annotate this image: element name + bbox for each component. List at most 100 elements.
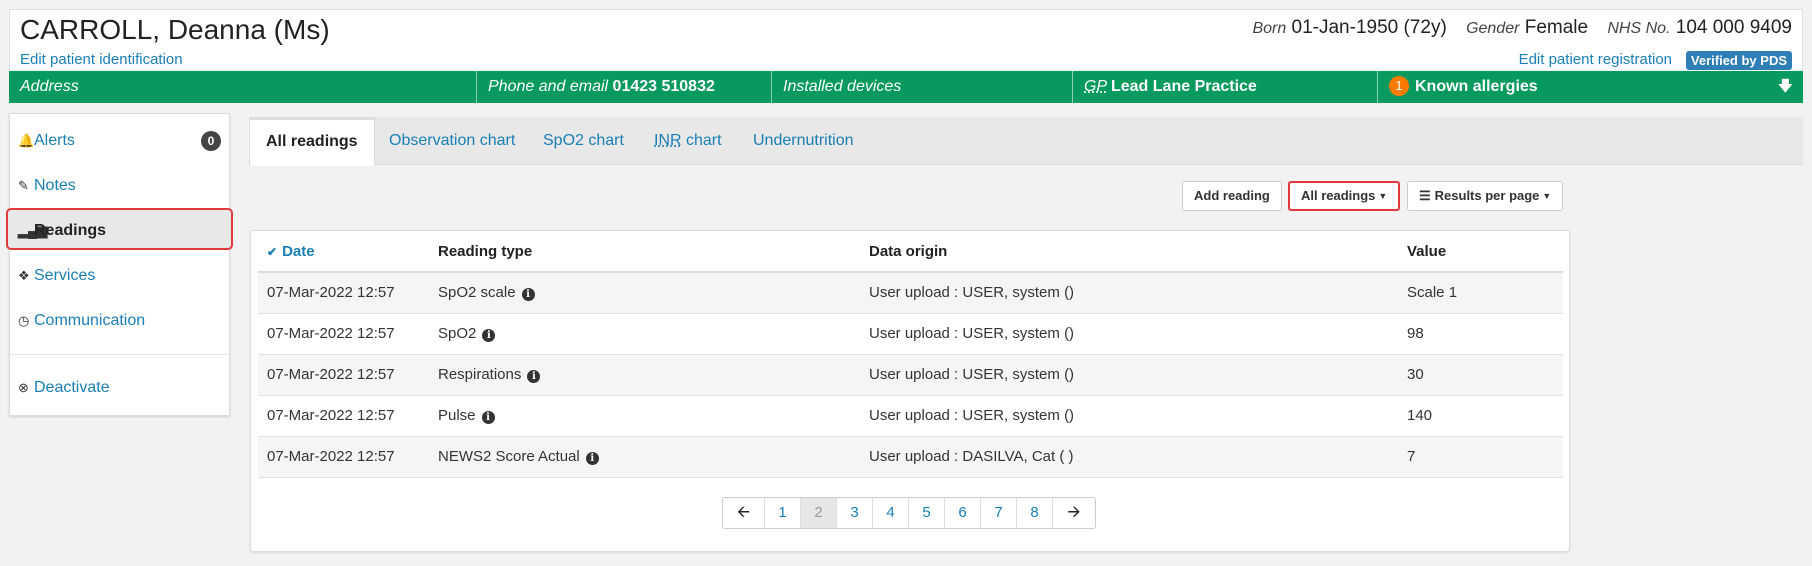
reading-value: 30 <box>1398 354 1563 396</box>
address-label: Address <box>20 78 79 95</box>
tab-observation-chart[interactable]: Observation chart <box>389 117 515 165</box>
results-per-page-dropdown[interactable]: ☰ Results per page ▼ <box>1407 181 1564 211</box>
reading-type-cell: Pulse i <box>429 395 860 437</box>
sidebar-item-label: Notes <box>34 177 76 194</box>
sidebar-item-readings[interactable]: ▂▄▆Readings <box>6 208 233 250</box>
patient-banner: Address Phone and email 01423 510832 Ins… <box>9 71 1803 103</box>
tab-undernutrition[interactable]: Undernutrition <box>753 117 854 165</box>
info-icon[interactable]: i <box>482 329 496 342</box>
column-header-date[interactable]: ✔ Date <box>258 231 429 273</box>
data-origin: User upload : USER, system () <box>860 313 1398 355</box>
reading-value: 98 <box>1398 313 1563 355</box>
patient-header: CARROLL, Deanna (Ms) Edit patient identi… <box>9 9 1803 70</box>
sidebar-item-label: Readings <box>34 222 107 239</box>
sidebar-item-alerts[interactable]: 🔔Alerts 0 <box>10 120 229 162</box>
tab-all-readings[interactable]: All readings <box>249 117 375 166</box>
patient-demographics: Born 01-Jan-1950 (72y) Gender Female NHS… <box>1252 17 1792 39</box>
phone-cell[interactable]: Phone and email 01423 510832 <box>477 71 772 103</box>
phone-value: 01423 510832 <box>612 78 715 95</box>
sidebar-item-label: Communication <box>34 312 146 329</box>
sidebar-item-notes[interactable]: ✎ Notes <box>10 165 229 207</box>
reading-type: SpO2 scale <box>438 284 516 302</box>
next-page-arrow-icon[interactable]: 🡪 <box>1053 498 1095 528</box>
reading-date: 07-Mar-2022 12:57 <box>258 436 429 478</box>
sidebar-divider <box>10 354 229 355</box>
gp-label: GP <box>1084 78 1107 95</box>
info-icon[interactable]: i <box>481 411 495 424</box>
reading-value: Scale 1 <box>1398 272 1563 314</box>
nhs-label: NHS No. <box>1607 20 1671 37</box>
readings-tab-bar: All readings Observation chart SpO2 char… <box>249 117 1803 166</box>
installed-devices-cell[interactable]: Installed devices <box>772 71 1073 103</box>
sidebar-item-label: Services <box>34 267 96 284</box>
table-row[interactable]: 07-Mar-2022 12:57 Pulse i User upload : U… <box>258 395 1563 437</box>
reading-type-cell: NEWS2 Score Actual i <box>429 436 860 478</box>
address-cell[interactable]: Address <box>9 71 477 103</box>
table-row[interactable]: 07-Mar-2022 12:57 SpO2 i User upload : US… <box>258 313 1563 355</box>
column-header-data-origin: Data origin <box>860 231 1398 273</box>
signal-icon: ▂▄▆ <box>18 223 48 238</box>
page-link-5[interactable]: 5 <box>909 498 945 528</box>
column-header-reading-type: Reading type <box>429 231 860 273</box>
table-row[interactable]: 07-Mar-2022 12:57 NEWS2 Score Actual i Us… <box>258 436 1563 478</box>
reading-type-cell: Respirations i <box>429 354 860 396</box>
reading-value: 140 <box>1398 395 1563 437</box>
reading-type: Pulse <box>438 407 476 424</box>
tab-spo2-chart[interactable]: SpO2 chart <box>543 117 624 165</box>
info-icon[interactable]: i <box>527 370 541 383</box>
installed-devices-label: Installed devices <box>783 78 902 95</box>
inr-abbr: INR <box>654 132 682 149</box>
readings-filter-label: All readings <box>1301 188 1376 203</box>
page-link-7[interactable]: 7 <box>981 498 1017 528</box>
data-origin: User upload : USER, system () <box>860 354 1398 396</box>
table-row[interactable]: 07-Mar-2022 12:57 SpO2 scale i User uploa… <box>258 272 1563 314</box>
gp-value: Lead Lane Practice <box>1110 78 1257 95</box>
inr-tab-suffix: chart <box>681 132 722 149</box>
edit-icon: ✎ <box>18 178 29 193</box>
arrow-down-icon[interactable]: 🡇 <box>1778 71 1793 103</box>
info-icon[interactable]: i <box>585 452 599 465</box>
page-link-6[interactable]: 6 <box>945 498 981 528</box>
reading-date: 07-Mar-2022 12:57 <box>258 272 429 314</box>
table-row[interactable]: 07-Mar-2022 12:57 Respirations i User upl… <box>258 354 1563 396</box>
sidebar-item-services[interactable]: ❖ Services <box>10 255 229 297</box>
allergy-count-badge: 1 <box>1389 76 1409 96</box>
known-allergies-cell[interactable]: 1 Known allergies 🡇 <box>1378 71 1803 103</box>
alerts-count-badge: 0 <box>201 131 221 151</box>
bell-icon: 🔔 <box>18 133 35 148</box>
page-link-1[interactable]: 1 <box>765 498 801 528</box>
edit-patient-registration-link[interactable]: Edit patient registration <box>1519 51 1672 68</box>
clock-icon: ◷ <box>18 313 30 328</box>
readings-filter-dropdown[interactable]: All readings ▼ <box>1288 181 1401 211</box>
data-origin: User upload : USER, system () <box>860 272 1398 314</box>
page-link-4[interactable]: 4 <box>873 498 909 528</box>
sidebar-item-deactivate[interactable]: ⊗ Deactivate <box>10 367 229 409</box>
caret-down-icon: ▼ <box>1378 191 1388 201</box>
tags-icon: ❖ <box>18 268 30 283</box>
info-icon[interactable]: i <box>521 288 535 302</box>
add-reading-button[interactable]: Add reading <box>1182 181 1282 211</box>
edit-patient-identification-link[interactable]: Edit patient identification <box>20 51 183 68</box>
circle-x-icon: ⊗ <box>18 380 29 395</box>
known-allergies-label: Known allergies <box>1415 78 1538 95</box>
gp-cell[interactable]: GP Lead Lane Practice <box>1073 71 1378 103</box>
sidebar-item-label: Deactivate <box>34 379 110 396</box>
reading-date: 07-Mar-2022 12:57 <box>258 395 429 437</box>
page-link-3[interactable]: 3 <box>837 498 873 528</box>
sidebar-item-communication[interactable]: ◷ Communication <box>10 300 229 342</box>
reading-date: 07-Mar-2022 12:57 <box>258 354 429 396</box>
previous-page-arrow-icon[interactable]: 🡨 <box>723 498 765 528</box>
reading-value: 7 <box>1398 436 1563 478</box>
gender-value: Female <box>1524 17 1589 38</box>
data-origin: User upload : USER, system () <box>860 395 1398 437</box>
reading-type-cell: SpO2 scale i <box>429 272 860 314</box>
tab-inr-chart[interactable]: INR chart <box>654 117 722 165</box>
page-link-2-current[interactable]: 2 <box>801 498 837 528</box>
sidebar-nav: 🔔Alerts 0 ✎ Notes ▂▄▆Readings ❖ Services ◷… <box>6 113 233 416</box>
reading-type: NEWS2 Score Actual <box>438 448 580 465</box>
born-value: 01-Jan-1950 (72y) <box>1291 17 1447 38</box>
phone-label: Phone and email <box>488 78 609 95</box>
data-origin: User upload : DASILVA, Cat ( ) <box>860 436 1398 478</box>
page-link-8[interactable]: 8 <box>1017 498 1053 528</box>
born-label: Born <box>1252 20 1287 37</box>
